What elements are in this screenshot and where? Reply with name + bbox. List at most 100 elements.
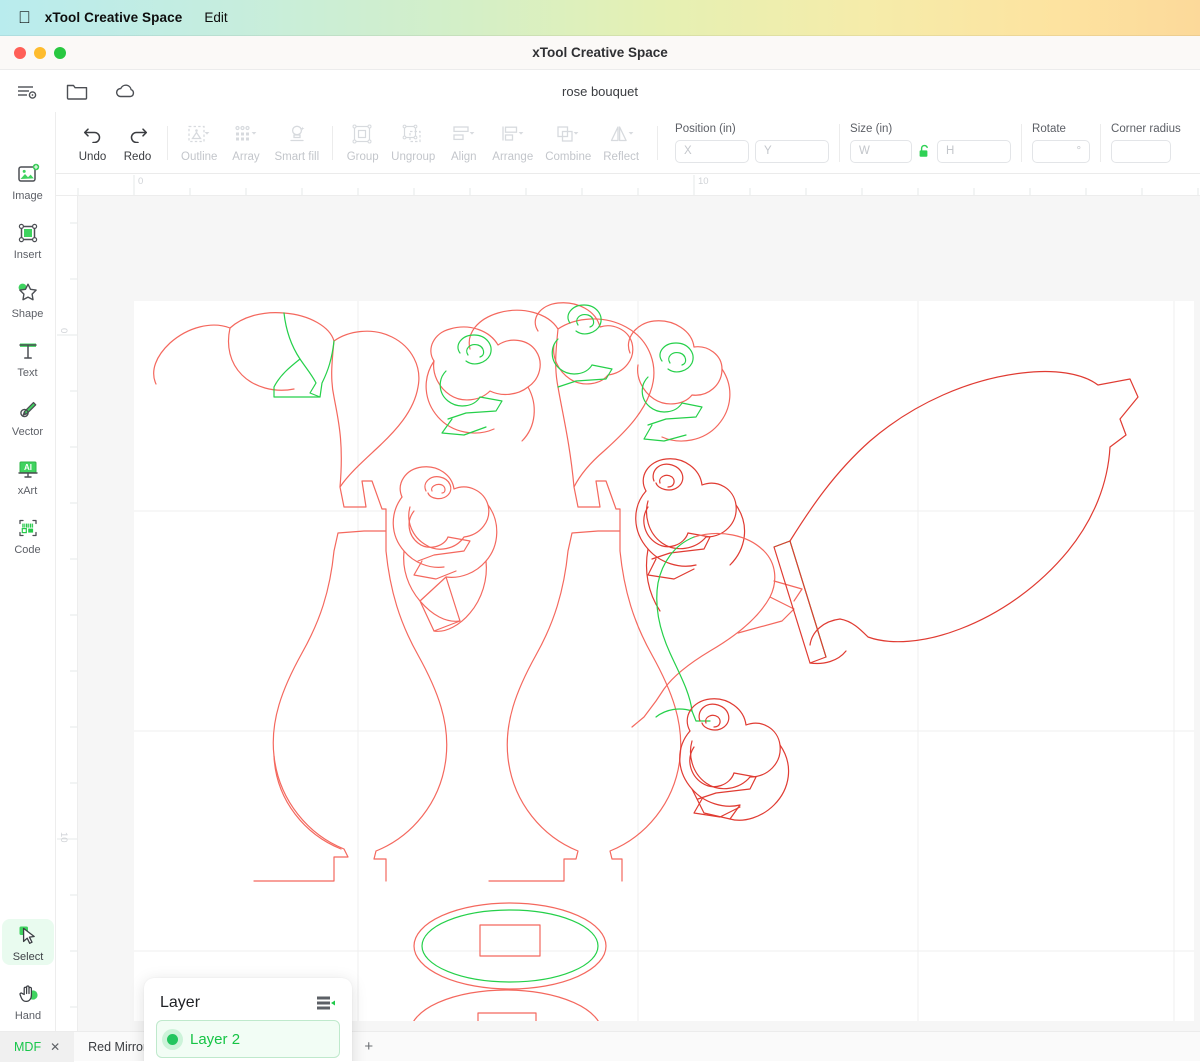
size-w-input[interactable]: W xyxy=(850,139,913,163)
horizontal-ruler[interactable]: 0 10 xyxy=(56,174,1200,196)
cursor-select-icon xyxy=(15,922,41,948)
toolbar-label: Undo xyxy=(78,151,107,163)
rotate-input[interactable]: ° xyxy=(1032,139,1091,163)
leaf-center-green-edge xyxy=(655,536,711,722)
ruler-label-0: 0 xyxy=(138,176,144,187)
stem-bar-green xyxy=(773,540,827,658)
document-name[interactable]: rose bouquet xyxy=(0,84,1200,99)
apple-logo-icon[interactable]:  xyxy=(18,9,31,26)
toolbar-label: Align xyxy=(451,151,477,163)
vector-artwork[interactable] xyxy=(134,301,1194,1021)
position-label: Position (in) xyxy=(675,122,736,135)
toolbar-label: Outline xyxy=(181,151,218,163)
align-button[interactable]: Align xyxy=(441,122,486,163)
combine-button[interactable]: Combine xyxy=(539,122,597,163)
combine-icon xyxy=(555,122,581,146)
text-icon xyxy=(15,338,41,364)
sidebar-label: Code xyxy=(14,544,41,556)
base-ellipse-top-inner xyxy=(421,909,599,983)
arrange-button[interactable]: Arrange xyxy=(486,122,539,163)
star-shape-icon xyxy=(15,279,41,305)
vase-left-shape xyxy=(153,312,448,882)
unlock-icon[interactable] xyxy=(918,144,931,159)
array-grid-icon xyxy=(233,122,259,146)
undo-arrow-icon xyxy=(82,122,104,146)
toolbar-divider xyxy=(332,125,334,160)
rose-right-upper xyxy=(635,458,746,612)
outline-icon xyxy=(186,122,212,146)
group-icon xyxy=(351,122,375,146)
layer-panel[interactable]: Layer Layer 2 Layer 1 xyxy=(144,978,352,1061)
size-label: Size (in) xyxy=(850,122,893,135)
vase-center-shape xyxy=(468,309,682,882)
artboard[interactable] xyxy=(78,196,1200,1061)
position-y-input[interactable]: Y xyxy=(755,139,830,163)
toolbar-label: Array xyxy=(232,151,260,163)
sidebar-item-code[interactable]: Code xyxy=(2,512,54,558)
rotate-group: Rotate ° xyxy=(1022,112,1100,173)
layer-panel-header: Layer xyxy=(144,978,352,1012)
close-icon[interactable]: ✕ xyxy=(50,1040,60,1054)
sidebar-item-text[interactable]: Text xyxy=(2,335,54,381)
image-add-icon xyxy=(15,161,41,187)
position-x-input[interactable]: X xyxy=(675,139,750,163)
redo-arrow-icon xyxy=(127,122,149,146)
toolbar-label: Ungroup xyxy=(391,151,436,163)
hand-pan-icon xyxy=(15,981,41,1007)
toolbar-label: Arrange xyxy=(492,151,534,163)
toolbar-label: Redo xyxy=(123,151,152,163)
ai-art-icon: AI xyxy=(15,456,41,482)
sidebar-label: Select xyxy=(12,951,44,963)
sidebar-label: xArt xyxy=(17,485,38,497)
redo-button[interactable]: Redo xyxy=(115,122,160,163)
window-titlebar: xTool Creative Space xyxy=(0,36,1200,70)
sidebar-item-shape[interactable]: Shape xyxy=(2,276,54,322)
rose-bottom-right xyxy=(679,698,790,821)
sidebar-item-vector[interactable]: Vector xyxy=(2,394,54,440)
layer-options-icon[interactable] xyxy=(316,995,336,1011)
layer-item-layer-2[interactable]: Layer 2 xyxy=(156,1020,340,1058)
align-icon xyxy=(451,122,477,146)
layer-name: Layer 2 xyxy=(190,1030,241,1048)
work-area[interactable] xyxy=(134,301,1194,1021)
tool-sidebar: Image Insert Shape Text Vector AI xArt C… xyxy=(0,112,56,1061)
material-tab-mdf[interactable]: MDF ✕ xyxy=(0,1031,75,1062)
vertical-ruler[interactable]: 0 10 xyxy=(56,196,78,1061)
app-header: rose bouquet xyxy=(0,70,1200,112)
sidebar-label: Image xyxy=(12,190,43,202)
add-material-tab-button[interactable]: + xyxy=(352,1038,385,1055)
sidebar-label: Hand xyxy=(14,1010,42,1022)
svg-text:AI: AI xyxy=(24,463,32,472)
menubar-item-edit[interactable]: Edit xyxy=(204,10,227,25)
sidebar-item-select[interactable]: Select xyxy=(2,919,54,965)
base-ellipse-top xyxy=(413,902,607,990)
corner-radius-label: Corner radius xyxy=(1111,122,1181,135)
big-leaf-right xyxy=(789,370,1139,665)
sidebar-item-insert[interactable]: Insert xyxy=(2,217,54,263)
canvas-area[interactable]: 0 10 0 10 Layer Layer 2 xyxy=(56,174,1200,1061)
toolbar-divider xyxy=(167,125,168,160)
reflect-button[interactable]: Reflect xyxy=(597,122,645,163)
toolbar-label: Smart fill xyxy=(274,151,320,163)
sidebar-label: Text xyxy=(17,367,38,379)
window-title: xTool Creative Space xyxy=(532,45,668,60)
outline-button[interactable]: Outline xyxy=(175,122,223,163)
undo-button[interactable]: Undo xyxy=(70,122,115,163)
sidebar-item-hand[interactable]: Hand xyxy=(2,978,54,1024)
layer-color-dot xyxy=(167,1033,178,1045)
toolbar-label: Group xyxy=(346,151,379,163)
pen-vector-icon xyxy=(15,397,41,423)
array-button[interactable]: Array xyxy=(223,122,268,163)
petal-detail-green-1 xyxy=(273,312,335,398)
size-h-input[interactable]: H xyxy=(937,139,1012,163)
base-ellipse-bottom xyxy=(413,989,599,1021)
corner-radius-input[interactable] xyxy=(1111,139,1172,163)
position-group: Position (in) X Y xyxy=(665,112,839,173)
smart-fill-button[interactable]: Smart fill xyxy=(268,122,325,163)
ungroup-button[interactable]: Ungroup xyxy=(385,122,441,163)
ruler-v-label-10: 10 xyxy=(58,832,69,843)
sidebar-item-image[interactable]: Image xyxy=(2,158,54,204)
sidebar-item-xart[interactable]: AI xArt xyxy=(2,453,54,499)
menubar-app-name[interactable]: xTool Creative Space xyxy=(45,10,183,25)
group-button[interactable]: Group xyxy=(340,122,385,163)
